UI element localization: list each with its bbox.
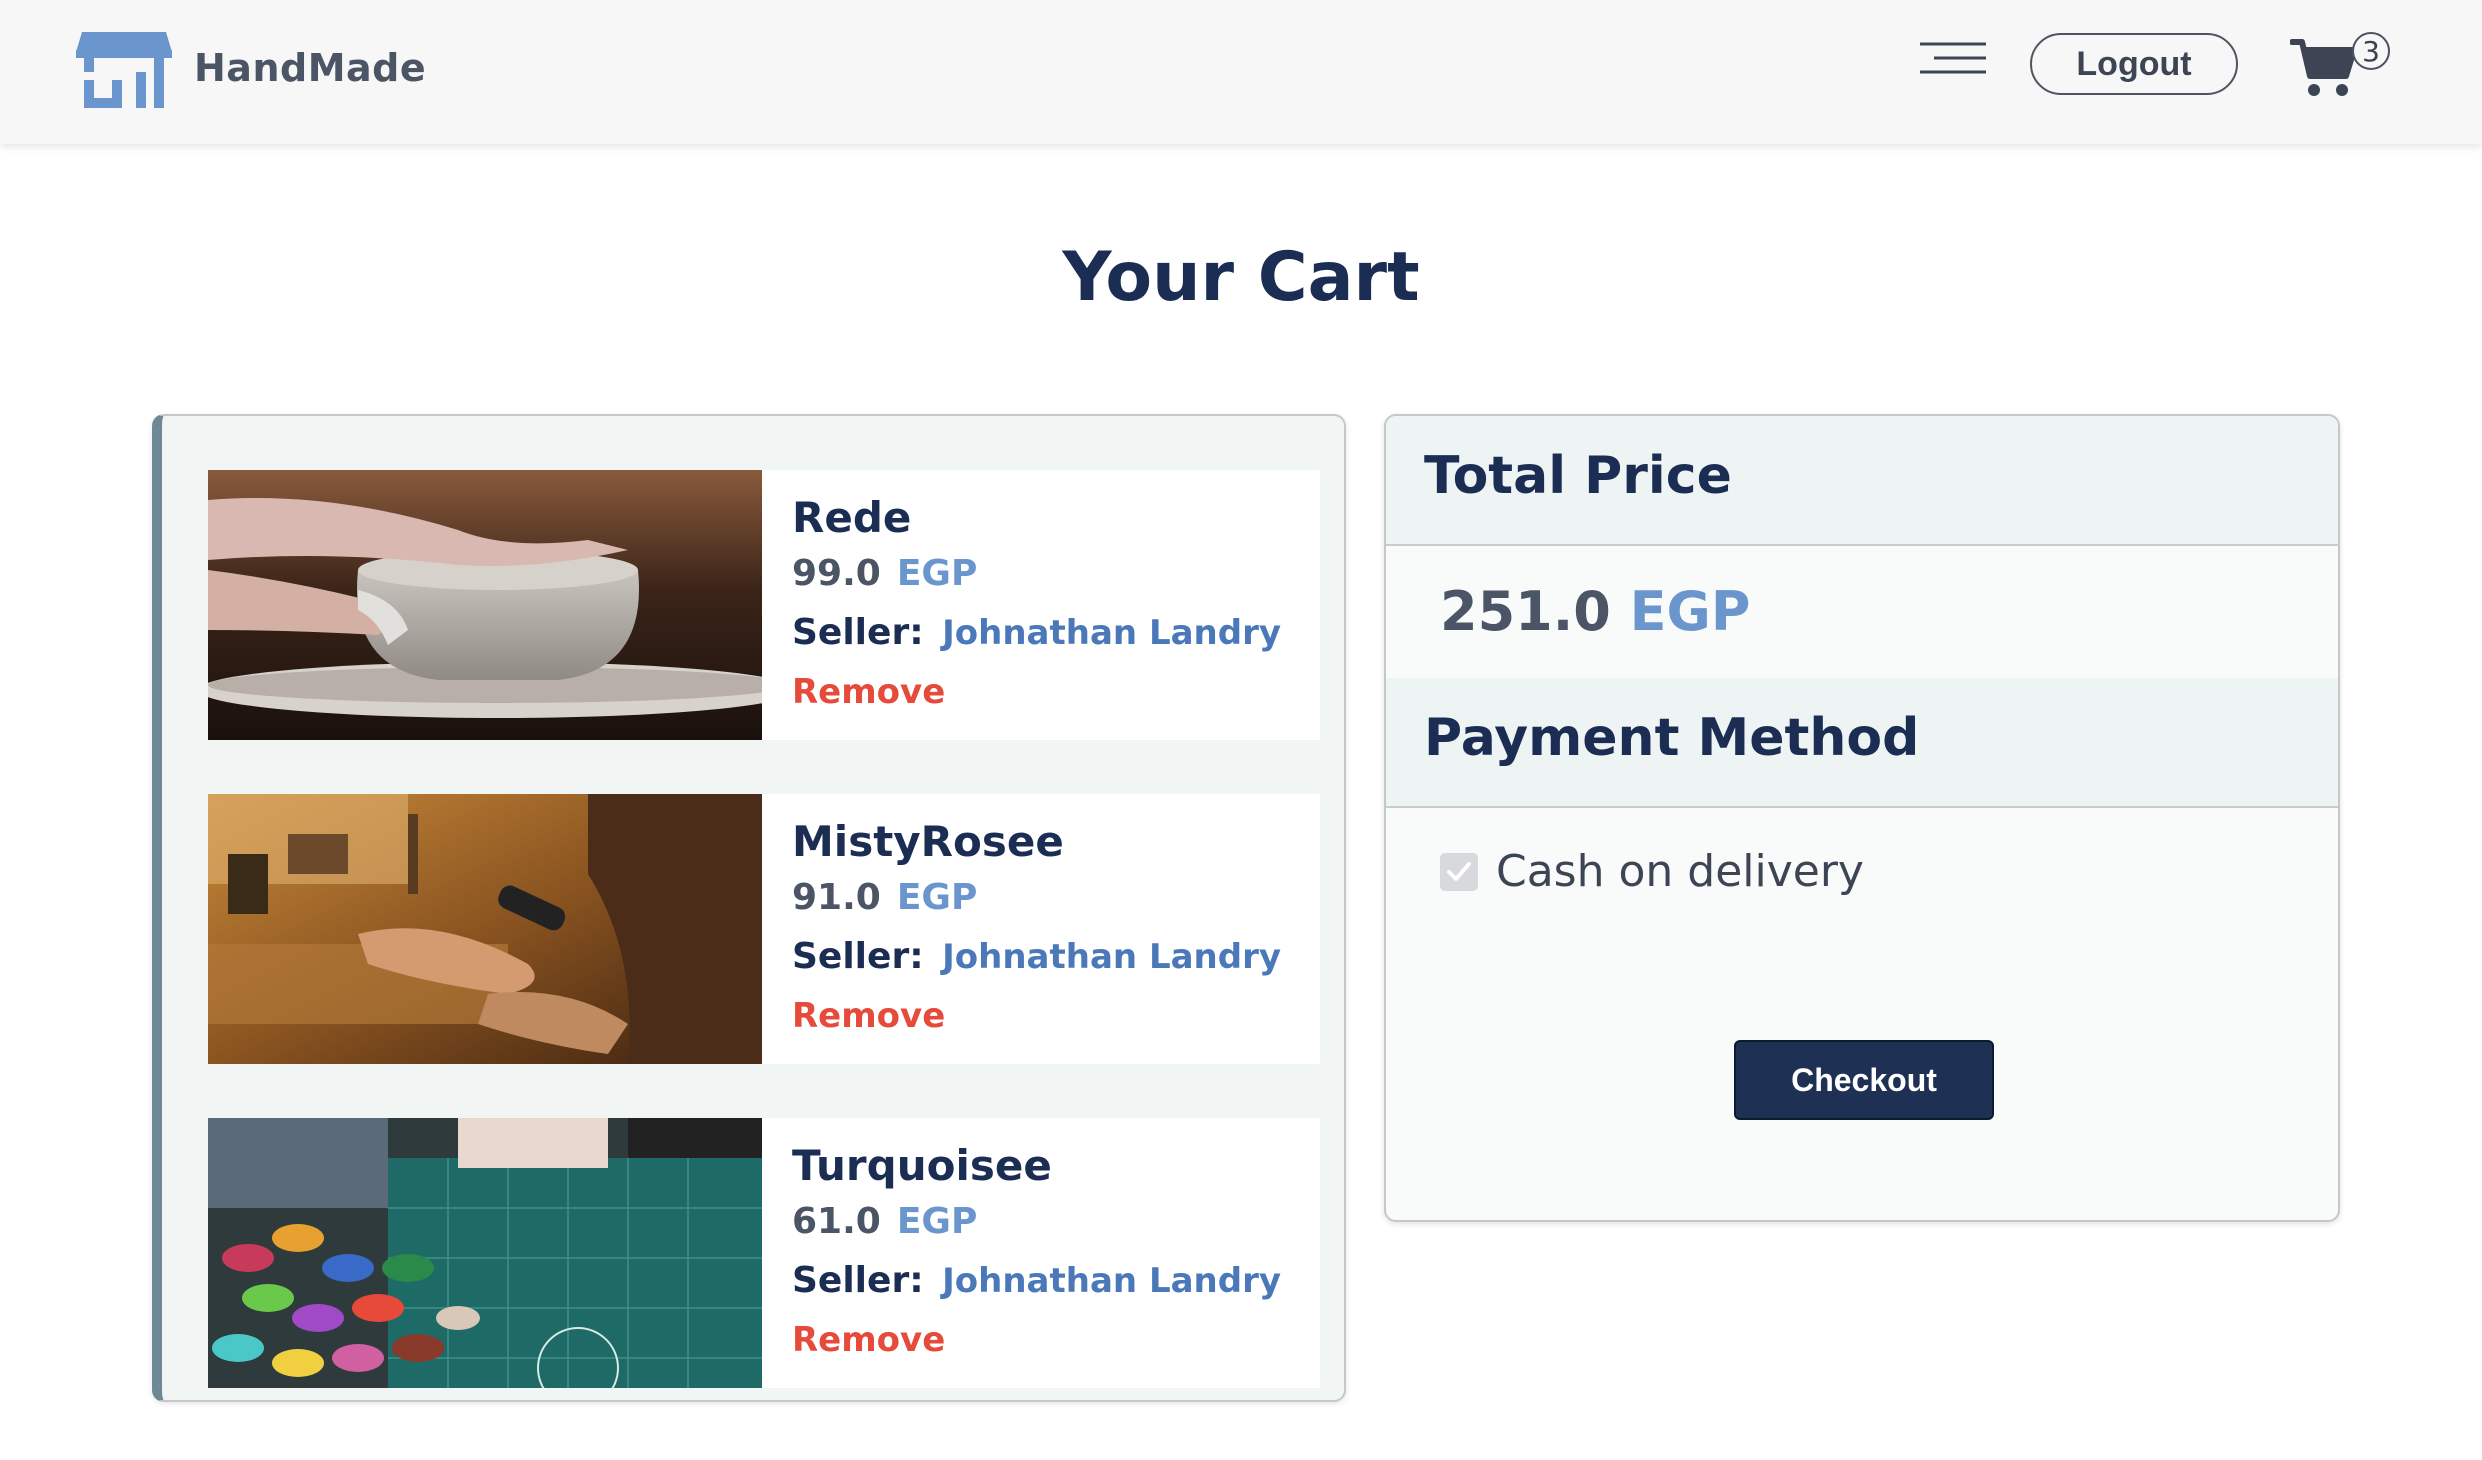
- remove-button[interactable]: Remove: [792, 988, 945, 1044]
- total-price-value: 251.0: [1440, 580, 1611, 643]
- total-price-header: Total Price: [1386, 416, 2338, 546]
- top-navbar: HandMade Logout 3: [0, 0, 2482, 144]
- cart-item: Turquoisee 61.0 EGP Seller: Johnathan Lan…: [208, 1118, 1320, 1388]
- item-currency: EGP: [896, 877, 978, 918]
- total-price: 251.0 EGP: [1440, 580, 1750, 643]
- remove-button[interactable]: Remove: [792, 1312, 945, 1368]
- payment-option-cod[interactable]: Cash on delivery: [1440, 846, 1864, 897]
- payment-method-heading: Payment Method: [1424, 708, 1920, 768]
- item-seller: Seller: Johnathan Landry: [792, 602, 1281, 664]
- total-currency: EGP: [1629, 580, 1751, 643]
- item-seller: Seller: Johnathan Landry: [792, 1250, 1281, 1312]
- item-seller: Seller: Johnathan Landry: [792, 926, 1281, 988]
- shopping-cart-icon: [2290, 39, 2357, 96]
- total-price-heading: Total Price: [1424, 446, 1732, 506]
- cart-count-badge: 3: [2352, 32, 2390, 70]
- seller-label: Seller:: [792, 936, 924, 977]
- embroidery-threads-photo: [208, 1118, 762, 1388]
- seller-label: Seller:: [792, 612, 924, 653]
- item-info: Rede 99.0 EGP Seller: Johnathan Landry Re…: [792, 490, 1281, 720]
- item-name: Rede: [792, 493, 912, 542]
- order-summary-panel: Total Price 251.0 EGP Payment Method Cas…: [1384, 414, 2340, 1222]
- item-name: Turquoisee: [792, 1141, 1052, 1190]
- seller-name[interactable]: Johnathan Landry: [942, 1261, 1281, 1301]
- item-currency: EGP: [896, 553, 978, 594]
- cart-items-panel: Rede 99.0 EGP Seller: Johnathan Landry Re…: [152, 414, 1346, 1402]
- payment-option-label: Cash on delivery: [1496, 846, 1864, 897]
- remove-button[interactable]: Remove: [792, 664, 945, 720]
- item-price: 91.0 EGP: [792, 870, 1281, 926]
- page-title: Your Cart: [1062, 238, 1420, 317]
- item-price: 99.0 EGP: [792, 546, 1281, 602]
- jewelry-workshop-photo: [208, 794, 762, 1064]
- cart-item: MistyRosee 91.0 EGP Seller: Johnathan Lan…: [208, 794, 1320, 1064]
- item-info: MistyRosee 91.0 EGP Seller: Johnathan Lan…: [792, 814, 1281, 1044]
- hamburger-menu-icon[interactable]: [1920, 40, 1986, 80]
- brand[interactable]: HandMade: [74, 26, 426, 110]
- shop-icon: [76, 32, 172, 108]
- cart-button[interactable]: 3: [2290, 32, 2394, 98]
- pottery-wheel-photo: [208, 470, 762, 740]
- item-price-value: 91.0: [792, 877, 881, 918]
- seller-label: Seller:: [792, 1260, 924, 1301]
- item-currency: EGP: [896, 1201, 978, 1242]
- logout-button[interactable]: Logout: [2030, 33, 2238, 95]
- item-name: MistyRosee: [792, 817, 1064, 866]
- brand-name: HandMade: [194, 46, 427, 90]
- seller-name[interactable]: Johnathan Landry: [942, 937, 1281, 977]
- seller-name[interactable]: Johnathan Landry: [942, 613, 1281, 653]
- cod-checkbox[interactable]: [1440, 852, 1478, 891]
- payment-method-header: Payment Method: [1386, 678, 2338, 808]
- checkmark-icon: [1447, 861, 1471, 881]
- checkout-button[interactable]: Checkout: [1734, 1040, 1994, 1120]
- item-price-value: 99.0: [792, 553, 881, 594]
- item-price: 61.0 EGP: [792, 1194, 1281, 1250]
- item-price-value: 61.0: [792, 1201, 881, 1242]
- item-info: Turquoisee 61.0 EGP Seller: Johnathan Lan…: [792, 1138, 1281, 1368]
- cart-item: Rede 99.0 EGP Seller: Johnathan Landry Re…: [208, 470, 1320, 740]
